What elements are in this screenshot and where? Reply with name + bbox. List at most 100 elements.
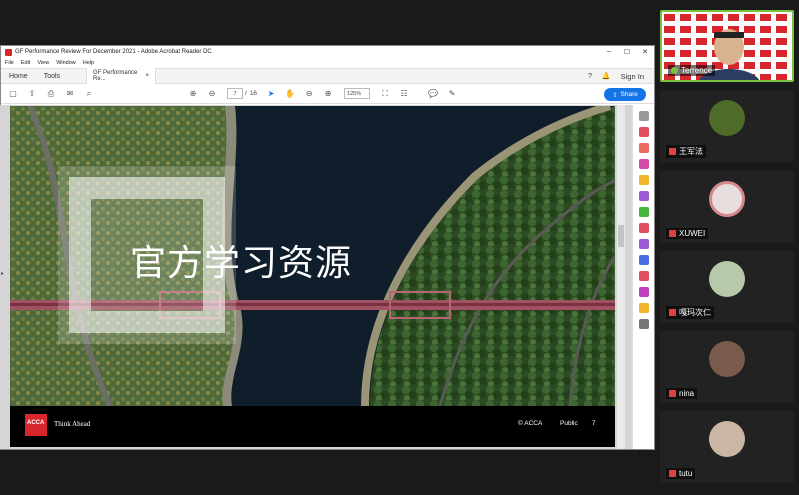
page-number-input[interactable]: 7: [227, 88, 243, 99]
participant-name-tag: XUWEI: [666, 228, 709, 239]
avatar: [709, 100, 745, 136]
title-bar: GF Performance Review For December 2021 …: [1, 46, 654, 58]
scroll-mode-icon[interactable]: ☷: [398, 88, 410, 100]
toolbar: ▢ ⇪ ⎙ ✉ ⌕ ⊕ ⊖ 7 / 16 ➤ ✋ ⊖ ⊕ 125% ⛶ ☷ 💬 …: [1, 84, 654, 104]
request-signature-icon[interactable]: [638, 287, 649, 297]
send-review-icon[interactable]: [638, 239, 649, 249]
page-separator: /: [245, 90, 247, 97]
slide-page-number: 7: [592, 420, 596, 427]
participant-name: 王军法: [679, 147, 703, 156]
protect-icon[interactable]: [638, 255, 649, 265]
tab-bar: Home Tools GF Performance Re... × ? 🔔 Si…: [1, 68, 654, 84]
organize-pages-icon[interactable]: [638, 207, 649, 217]
zoom-tool-icon[interactable]: [638, 111, 649, 121]
more-tools-icon[interactable]: [638, 319, 649, 329]
share-button[interactable]: ⇧ Share: [604, 88, 646, 101]
window-title: GF Performance Review For December 2021 …: [15, 49, 212, 55]
help-icon[interactable]: ?: [588, 73, 592, 80]
select-cursor-icon[interactable]: ➤: [265, 88, 277, 100]
participant-tile[interactable]: 嘎玛次仁: [660, 251, 794, 323]
mic-muted-icon: [669, 390, 676, 397]
page-down-icon[interactable]: ⊖: [206, 88, 218, 100]
menu-bar: File Edit View Window Help: [1, 58, 654, 68]
mic-muted-icon: [669, 470, 676, 477]
participant-name: nina: [679, 389, 695, 398]
slide-copyright: © ACCA: [518, 420, 543, 427]
fill-sign-icon[interactable]: [638, 223, 649, 233]
page-up-icon[interactable]: ⊕: [187, 88, 199, 100]
search-icon[interactable]: ⌕: [83, 88, 95, 100]
highlight-pen-icon[interactable]: ✎: [446, 88, 458, 100]
mic-muted-icon: [669, 230, 676, 237]
participant-gallery: Terrence 王军法 XUWEI 嘎玛次仁 nina tutu: [656, 0, 799, 495]
vertical-scrollbar[interactable]: [617, 105, 625, 449]
participant-tile[interactable]: tutu: [660, 411, 794, 483]
comment-icon[interactable]: 💬: [427, 88, 439, 100]
scan-ocr-icon[interactable]: [638, 303, 649, 313]
participant-tile[interactable]: 王军法: [660, 90, 794, 162]
tools-pane: [632, 105, 654, 449]
menu-window[interactable]: Window: [56, 60, 76, 66]
menu-file[interactable]: File: [5, 60, 14, 66]
share-label: Share: [620, 91, 638, 98]
compress-pdf-icon[interactable]: [638, 271, 649, 281]
participant-tile[interactable]: Terrence: [660, 10, 794, 82]
fit-page-icon[interactable]: ⛶: [379, 88, 391, 100]
mic-muted-icon: [669, 309, 676, 316]
tab-tools[interactable]: Tools: [36, 73, 68, 80]
tab-home[interactable]: Home: [1, 73, 36, 80]
slide-tagline: Think Ahead: [54, 420, 91, 428]
zoom-out-icon[interactable]: ⊖: [303, 88, 315, 100]
participant-name-tag: tutu: [666, 468, 696, 479]
menu-help[interactable]: Help: [83, 60, 94, 66]
share-icon: ⇧: [612, 91, 618, 99]
print-icon[interactable]: ⎙: [45, 88, 57, 100]
participant-name: tutu: [679, 469, 693, 478]
create-icon[interactable]: ▢: [7, 88, 19, 100]
slide-page: 官方学习资源 ACCA Think Ahead © ACCA Public 7: [10, 106, 615, 447]
tab-close-icon[interactable]: ×: [146, 73, 150, 79]
edit-pdf-icon[interactable]: [638, 159, 649, 169]
create-pdf-icon[interactable]: [638, 143, 649, 153]
scrollbar-thumb[interactable]: [618, 225, 624, 247]
participant-name: Terrence: [681, 66, 713, 75]
mic-muted-icon: [669, 148, 676, 155]
mic-on-icon: [671, 67, 678, 74]
mail-icon[interactable]: ✉: [64, 88, 76, 100]
export-pdf-icon[interactable]: [638, 127, 649, 137]
participant-name-tag: 王军法: [666, 145, 706, 158]
maximize-icon[interactable]: ☐: [618, 48, 636, 56]
slide-classification: Public: [560, 420, 578, 427]
hand-tool-icon[interactable]: ✋: [284, 88, 296, 100]
zoom-select[interactable]: 125%: [344, 88, 371, 99]
avatar: [709, 181, 745, 217]
avatar: [709, 421, 745, 457]
menu-view[interactable]: View: [37, 60, 49, 66]
participant-tile[interactable]: nina: [660, 331, 794, 403]
menu-edit[interactable]: Edit: [21, 60, 30, 66]
avatar: [709, 261, 745, 297]
participant-name-tag: Terrence: [668, 65, 716, 76]
tab-document[interactable]: GF Performance Re... ×: [86, 68, 157, 84]
avatar: [709, 341, 745, 377]
comment-tool-icon[interactable]: [638, 175, 649, 185]
close-icon[interactable]: ✕: [636, 48, 654, 56]
tab-document-label: GF Performance Re...: [93, 70, 138, 82]
acca-logo: ACCA: [27, 420, 45, 426]
left-panel-toggle-icon[interactable]: ▸: [1, 270, 4, 277]
participant-name-tag: nina: [666, 388, 698, 399]
document-viewer[interactable]: ▸ 官方学习资源 ACCA Think Ahead © ACCA Public …: [0, 105, 632, 449]
sign-in-button[interactable]: Sign In: [621, 72, 644, 81]
participant-tile[interactable]: XUWEI: [660, 171, 794, 243]
pdf-app-icon: [5, 48, 12, 56]
page-total: 16: [249, 90, 258, 97]
minimize-icon[interactable]: –: [600, 48, 618, 56]
participant-name-tag: 嘎玛次仁: [666, 306, 714, 319]
participant-name: XUWEI: [679, 229, 706, 238]
combine-files-icon[interactable]: [638, 191, 649, 201]
zoom-in-icon[interactable]: ⊕: [322, 88, 334, 100]
bell-icon[interactable]: 🔔: [602, 72, 611, 80]
slide-heading: 官方学习资源: [130, 243, 353, 284]
participant-name: 嘎玛次仁: [679, 308, 711, 317]
upload-icon[interactable]: ⇪: [26, 88, 38, 100]
